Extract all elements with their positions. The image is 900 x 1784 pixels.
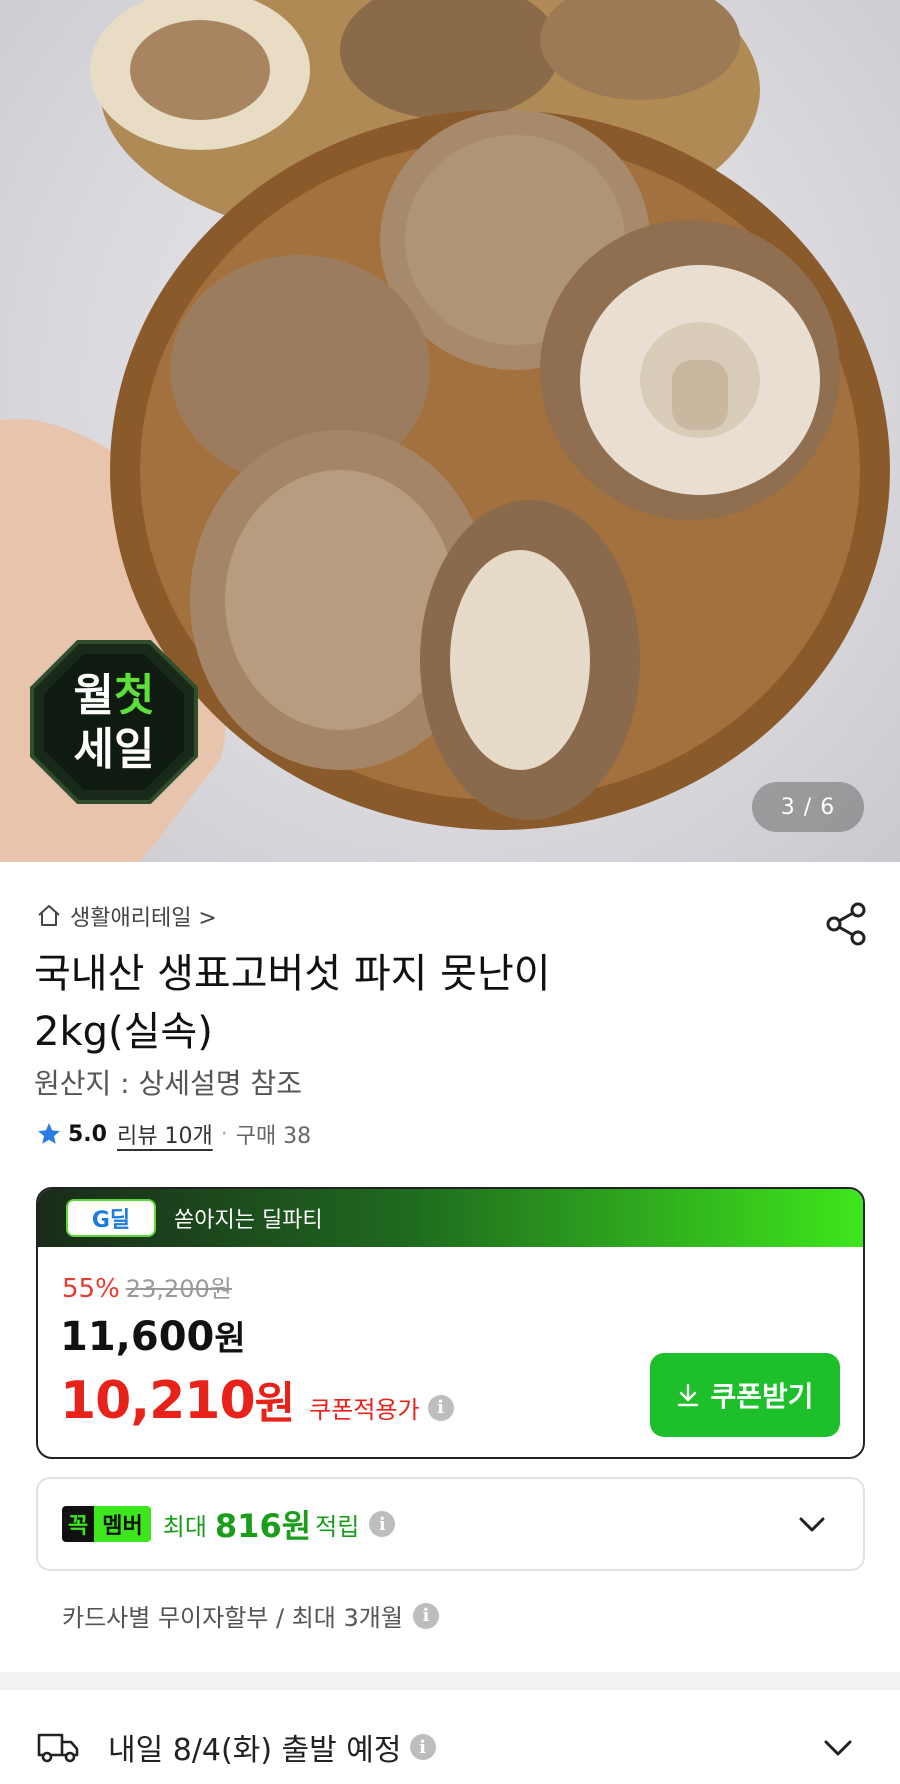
separator-dot: · xyxy=(220,1121,228,1147)
installment-text: 카드사별 무이자할부 / 최대 3개월 xyxy=(62,1604,403,1632)
gdeal-banner: G딜 쏟아지는 딜파티 xyxy=(38,1189,863,1247)
review-count-link[interactable]: 리뷰 10개 xyxy=(117,1118,213,1150)
installment-info: 카드사별 무이자할부 / 최대 3개월 i xyxy=(62,1598,439,1633)
monthly-first-sale-badge: 월첫 세일 xyxy=(28,638,200,806)
rating-score: 5.0 xyxy=(68,1121,107,1147)
gdeal-banner-text: 쏟아지는 딜파티 xyxy=(174,1208,323,1233)
membership-reward-row[interactable]: 꼭 멤버 최대 816원 적립 i xyxy=(36,1477,865,1571)
info-icon[interactable]: i xyxy=(427,1394,454,1421)
product-title-line-2: 2kg(실속) xyxy=(34,1009,213,1055)
download-icon xyxy=(678,1383,699,1407)
origin-info: 원산지 : 상세설명 참조 xyxy=(34,1067,302,1100)
svg-text:월첫: 월첫 xyxy=(74,670,155,721)
reward-prefix: 최대 xyxy=(162,1512,207,1541)
original-price: 23,200원 xyxy=(125,1275,232,1303)
shipping-text: 내일 8/4(화) 출발 예정 xyxy=(108,1733,402,1768)
kkok-badge-a: 꼭 xyxy=(62,1506,95,1542)
store-breadcrumb[interactable]: 생활애리테일 > xyxy=(36,900,217,932)
sale-price-value: 11,600 xyxy=(60,1314,215,1360)
reward-suffix: 적립 xyxy=(315,1512,360,1541)
sale-price-unit: 원 xyxy=(214,1319,246,1359)
gdeal-logo: G딜 xyxy=(66,1199,156,1237)
coupon-price-row: 10,210원 쿠폰적용가 i xyxy=(60,1367,454,1431)
product-image-gallery[interactable]: 월첫 세일 3 / 6 xyxy=(0,0,900,862)
get-coupon-label: 쿠폰받기 xyxy=(710,1380,814,1413)
svg-text:세일: 세일 xyxy=(74,724,155,775)
reward-amount: 816원 xyxy=(214,1507,312,1545)
product-title: 국내산 생표고버섯 파지 못난이 2kg(실속) xyxy=(34,945,774,1061)
store-name: 생활애리테일 > xyxy=(70,906,217,931)
coupon-price-value: 10,210 xyxy=(60,1371,256,1431)
get-coupon-button[interactable]: 쿠폰받기 xyxy=(650,1353,840,1437)
coupon-price-unit: 원 xyxy=(254,1378,296,1429)
product-title-line-1: 국내산 생표고버섯 파지 못난이 xyxy=(34,951,551,997)
purchase-count: 구매 38 xyxy=(235,1124,312,1149)
gdeal-price-card: G딜 쏟아지는 딜파티 55% 23,200원 11,600원 10,210원 … xyxy=(36,1187,865,1459)
discount-rate: 55% xyxy=(62,1274,120,1304)
info-icon[interactable]: i xyxy=(369,1511,396,1537)
info-icon[interactable]: i xyxy=(412,1602,439,1629)
home-icon xyxy=(38,905,60,926)
discount-row: 55% 23,200원 xyxy=(62,1269,232,1304)
shipping-info-row[interactable]: 내일 8/4(화) 출발 예정 i xyxy=(36,1724,866,1770)
truck-icon xyxy=(37,1733,79,1763)
rating-summary: 5.0 리뷰 10개 · 구매 38 xyxy=(36,1118,311,1150)
info-icon[interactable]: i xyxy=(409,1734,436,1760)
chevron-down-icon[interactable] xyxy=(795,1507,829,1541)
gallery-page-indicator: 3 / 6 xyxy=(752,782,864,832)
section-divider xyxy=(0,1672,900,1690)
kkok-member-badge: 꼭 멤버 xyxy=(62,1506,151,1542)
chevron-down-icon[interactable] xyxy=(820,1730,856,1766)
sale-price: 11,600원 xyxy=(60,1311,246,1360)
coupon-price-label: 쿠폰적용가 xyxy=(309,1396,420,1424)
kkok-badge-b: 멤버 xyxy=(94,1506,151,1542)
share-icon[interactable] xyxy=(822,900,870,948)
star-icon xyxy=(38,1123,60,1144)
